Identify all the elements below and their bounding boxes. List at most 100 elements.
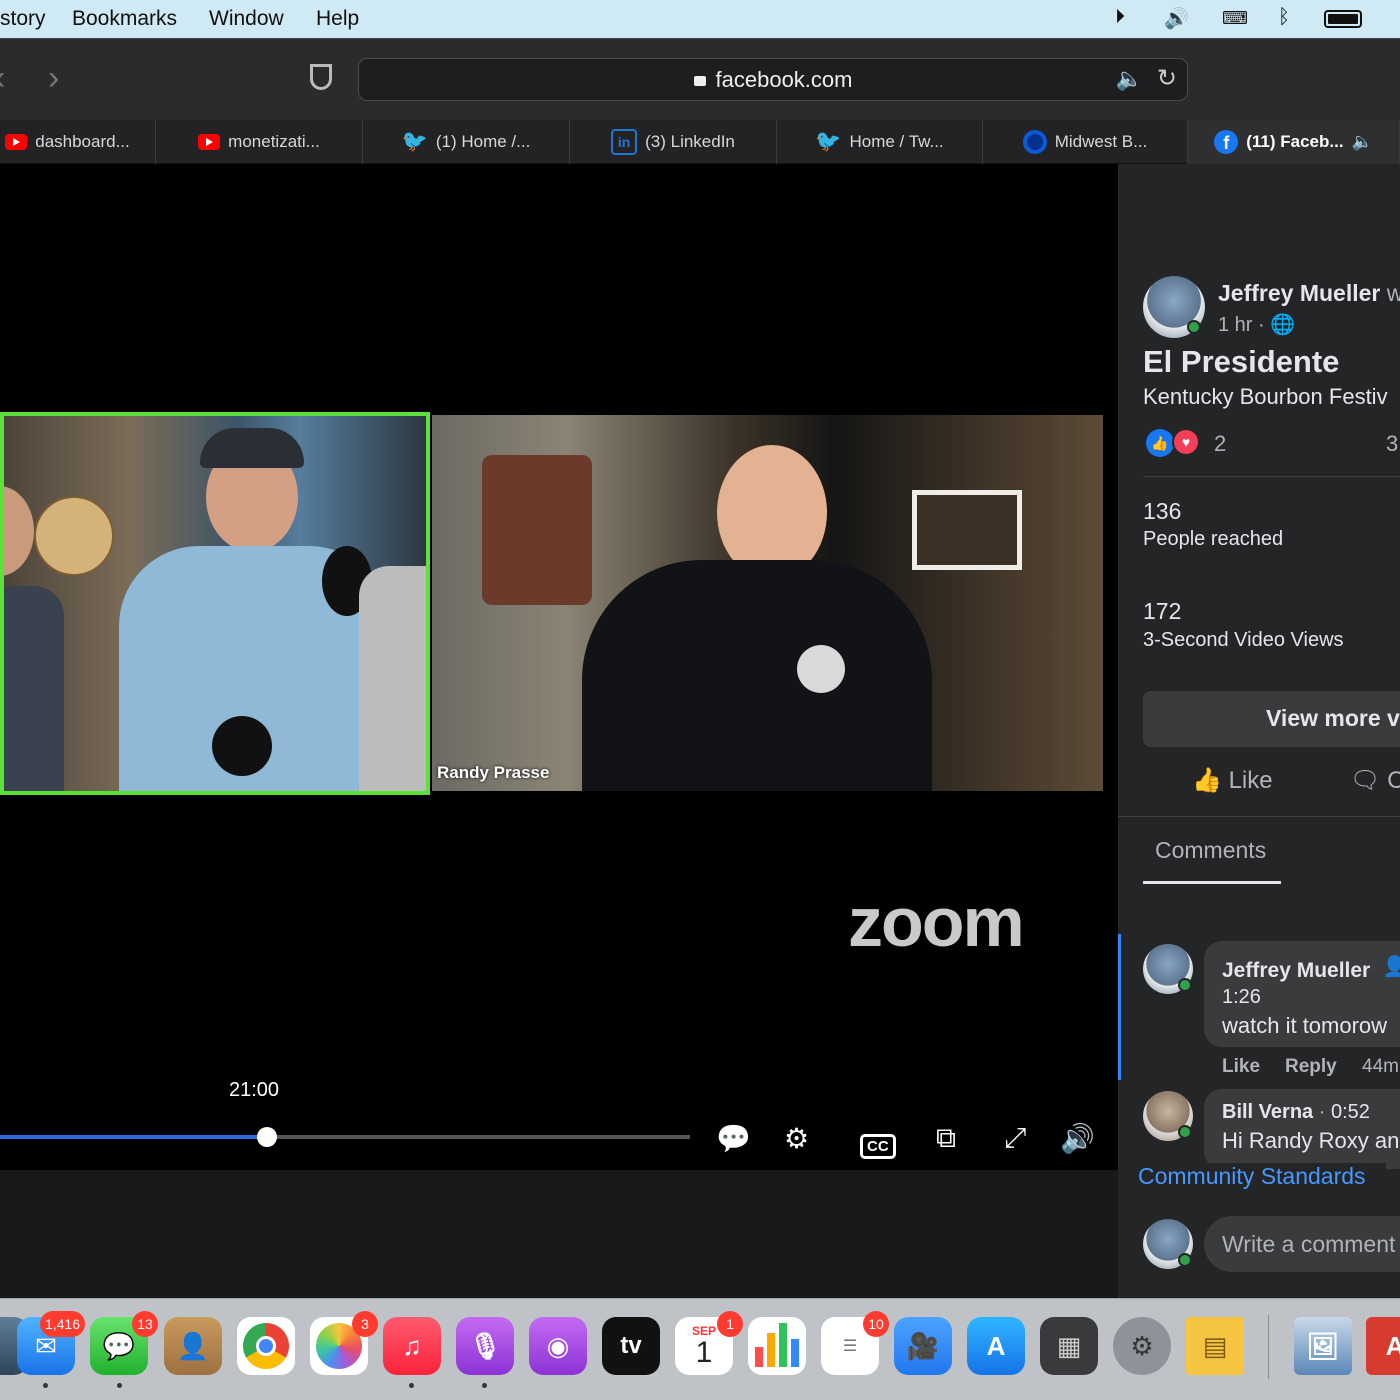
tab-midwest[interactable]: Midwest B... bbox=[983, 120, 1188, 164]
audio-playing-icon[interactable]: 🔈 bbox=[1116, 66, 1143, 92]
macos-dock: ✉ 1,416 💬 13 👤 3 ♫ 🎙 ◉ tv SEP 1 1 ☰ 10 🎥 A ▦ … bbox=[0, 1298, 1400, 1400]
dock-app-system-preferences[interactable]: ⚙ bbox=[1113, 1317, 1171, 1375]
volume-icon[interactable]: 🔊 bbox=[1164, 6, 1189, 31]
tab-twitter-home[interactable]: 🐦 (1) Home /... bbox=[363, 120, 570, 164]
like-reaction-icon[interactable]: 👍 bbox=[1146, 429, 1174, 457]
url-text: facebook.com bbox=[715, 67, 853, 92]
post-author[interactable]: Jeffrey Mueller w bbox=[1218, 280, 1400, 307]
dock-app-calendar[interactable]: SEP 1 1 bbox=[675, 1311, 743, 1375]
menu-bookmarks[interactable]: Bookmarks bbox=[72, 7, 177, 31]
comment-count[interactable]: 3 bbox=[1386, 431, 1398, 457]
back-button[interactable]: ‹ bbox=[0, 59, 5, 98]
dock-app-preview[interactable]: 🖼 bbox=[1294, 1317, 1352, 1375]
dock-app-messages[interactable]: 💬 13 bbox=[90, 1311, 158, 1375]
comment-toggle-icon[interactable]: 💬 bbox=[716, 1122, 751, 1155]
wall-board bbox=[482, 455, 592, 605]
dock-app-contacts[interactable]: 👤 bbox=[164, 1317, 222, 1375]
messages-icon: 💬 bbox=[102, 1330, 136, 1361]
comment-button[interactable]: 🗨 C bbox=[1350, 766, 1400, 795]
dock-app-app-store[interactable]: A bbox=[967, 1317, 1025, 1375]
tab-dashboard[interactable]: dashboard... bbox=[0, 120, 156, 164]
numbers-icon bbox=[755, 1347, 763, 1367]
menu-help[interactable]: Help bbox=[316, 7, 359, 31]
running-indicator bbox=[482, 1383, 487, 1388]
video-timestamp: 21:00 bbox=[229, 1079, 280, 1101]
community-standards-link[interactable]: Community Standards bbox=[1138, 1163, 1386, 1190]
love-reaction-icon[interactable]: ♥ bbox=[1172, 428, 1200, 456]
scroll-indicator[interactable] bbox=[1118, 934, 1121, 1080]
comment-timestamp[interactable]: 1:26 bbox=[1222, 986, 1261, 1009]
thumbs-up-icon: 👍 bbox=[1192, 767, 1222, 794]
comment-text: watch it tomorow bbox=[1222, 1013, 1388, 1038]
keyboard-icon[interactable]: ⌨ bbox=[1222, 8, 1248, 29]
like-button[interactable]: 👍 Like bbox=[1192, 766, 1273, 795]
privacy-shield-icon[interactable] bbox=[310, 64, 332, 90]
acrobat-icon: A bbox=[1385, 1330, 1400, 1361]
dock-app-podcasts[interactable]: ◉ bbox=[529, 1317, 587, 1375]
tab-bar: dashboard... monetizati... 🐦 (1) Home /..… bbox=[0, 120, 1400, 164]
video-progress-fill bbox=[0, 1135, 267, 1139]
tab-facebook[interactable]: f (11) Faceb... 🔈 bbox=[1188, 120, 1400, 164]
post-time[interactable]: 1 hr · 🌐 bbox=[1218, 312, 1295, 337]
dock-app-photos[interactable]: 3 bbox=[310, 1311, 378, 1375]
online-status-dot bbox=[1178, 978, 1192, 992]
write-comment-input[interactable]: Write a comment bbox=[1204, 1216, 1400, 1272]
macos-menu-bar: story Bookmarks Window Help ⏵ 🔊 ⌨ ᛒ bbox=[0, 0, 1400, 38]
preview-icon: 🖼 bbox=[1306, 1330, 1340, 1361]
comment-author[interactable]: Bill Verna · 0:52 bbox=[1222, 1101, 1370, 1124]
tab-audio-icon[interactable]: 🔈 bbox=[1352, 132, 1373, 152]
wall-picture bbox=[912, 490, 1022, 570]
site-icon bbox=[1022, 130, 1047, 154]
linkedin-icon: in bbox=[611, 129, 638, 155]
author-badge-icon: 👤 bbox=[1382, 956, 1400, 978]
twitter-icon: 🐦 bbox=[401, 130, 428, 153]
laptop-icon bbox=[359, 566, 426, 791]
menu-history[interactable]: story bbox=[0, 7, 46, 31]
bluetooth-icon[interactable]: ᛒ bbox=[1278, 6, 1290, 29]
mail-badge: 1,416 bbox=[39, 1311, 85, 1337]
video-player[interactable]: Randy Prasse zoom 21:00 💬 ⚙ CC ⧉ ⤢ 🔊 bbox=[0, 164, 1118, 1170]
dock-app-calculator[interactable]: ▦ bbox=[1040, 1317, 1098, 1375]
video-scrubber-handle[interactable] bbox=[257, 1127, 277, 1147]
tab-monetization[interactable]: monetizati... bbox=[156, 120, 363, 164]
tab-comments[interactable]: Comments bbox=[1155, 837, 1266, 864]
video-scrubber[interactable] bbox=[0, 1127, 690, 1147]
calculator-icon: ▦ bbox=[1056, 1330, 1082, 1361]
dock-app-tv[interactable]: tv bbox=[602, 1317, 660, 1375]
settings-gear-icon[interactable]: ⚙ bbox=[784, 1122, 809, 1155]
dock-app-zoom[interactable]: 🎥 bbox=[894, 1317, 952, 1375]
dock-app-voice-memos[interactable]: 🎙 bbox=[456, 1317, 514, 1375]
video-camera-icon: 🎥 bbox=[906, 1330, 940, 1361]
view-more-button[interactable]: View more v bbox=[1143, 691, 1400, 747]
dock-app-numbers[interactable] bbox=[748, 1317, 806, 1375]
reaction-count[interactable]: 2 bbox=[1214, 431, 1226, 457]
comment-age: 44m bbox=[1362, 1056, 1399, 1077]
app-store-icon: A bbox=[986, 1330, 1006, 1361]
comment-reply-button[interactable]: Reply bbox=[1285, 1056, 1337, 1078]
forward-button[interactable]: › bbox=[48, 59, 59, 98]
volume-icon[interactable]: 🔊 bbox=[1060, 1122, 1095, 1155]
battery-icon[interactable] bbox=[1324, 10, 1362, 34]
fullscreen-icon[interactable]: ⤢ bbox=[1004, 1122, 1026, 1155]
comment-bubble-icon: 🗨 bbox=[1350, 767, 1381, 794]
dock-app-mail[interactable]: ✉ 1,416 bbox=[17, 1311, 85, 1375]
views-label: 3-Second Video Views bbox=[1143, 629, 1344, 651]
picture-in-picture-icon[interactable]: ⧉ bbox=[936, 1122, 956, 1155]
tab-twitter[interactable]: 🐦 Home / Tw... bbox=[777, 120, 983, 164]
tab-linkedin[interactable]: in (3) LinkedIn bbox=[570, 120, 777, 164]
participant-figure bbox=[582, 560, 932, 791]
address-bar[interactable]: facebook.com 🔈 ↻ bbox=[358, 58, 1188, 101]
photos-badge: 3 bbox=[352, 1311, 378, 1337]
dock-app-chrome[interactable] bbox=[237, 1317, 295, 1375]
reload-icon[interactable]: ↻ bbox=[1157, 64, 1177, 93]
comment-author[interactable]: Jeffrey Mueller bbox=[1222, 959, 1370, 983]
comment-like-button[interactable]: Like bbox=[1222, 1056, 1260, 1078]
menu-window[interactable]: Window bbox=[209, 7, 284, 31]
dock-app-acrobat[interactable]: A bbox=[1366, 1317, 1400, 1375]
dock-app-reminders[interactable]: ☰ 10 bbox=[821, 1311, 889, 1375]
closed-captions-icon[interactable]: CC bbox=[860, 1126, 896, 1159]
dock-app-archive-utility[interactable]: ▤ bbox=[1186, 1317, 1244, 1375]
dock-app-music[interactable]: ♫ bbox=[383, 1317, 441, 1375]
play-icon[interactable]: ⏵ bbox=[1115, 6, 1125, 29]
zoom-logo: zoom bbox=[848, 883, 1025, 961]
